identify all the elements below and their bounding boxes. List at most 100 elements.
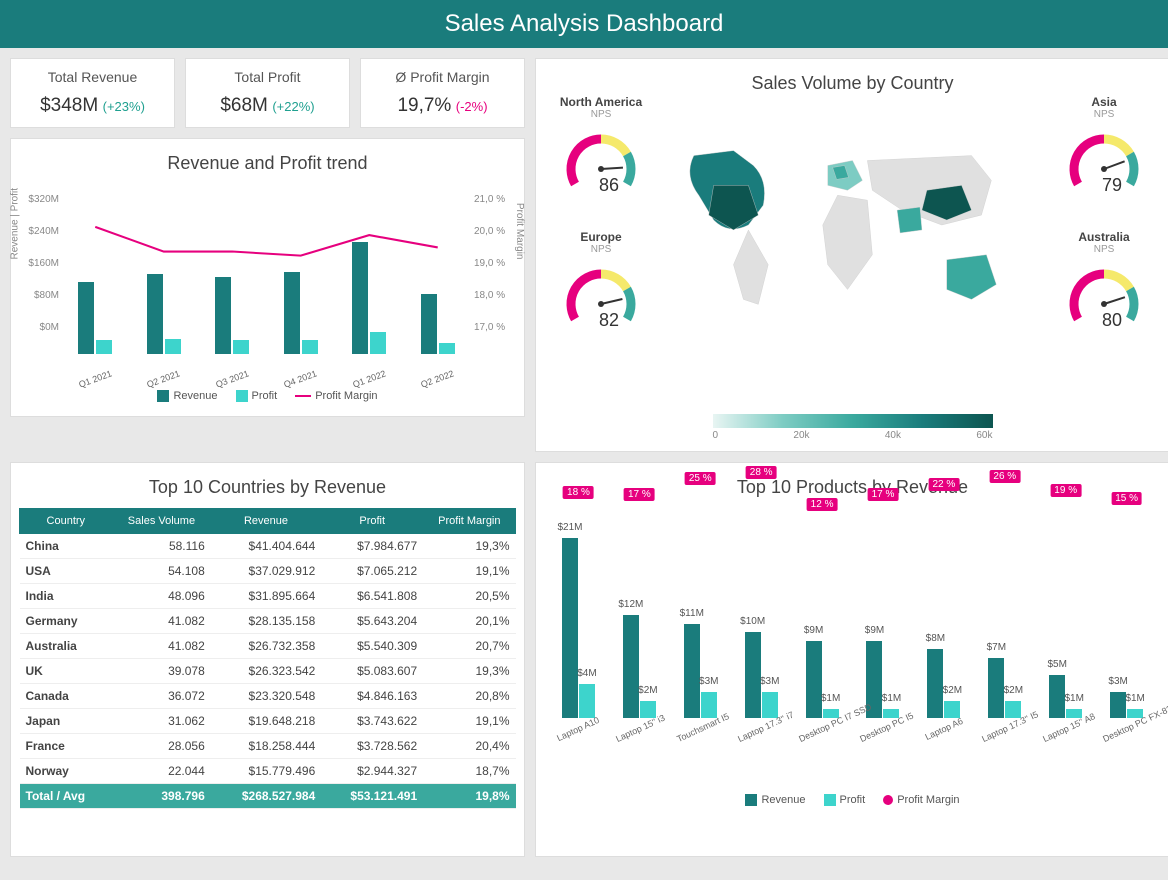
kpi-change: (+22%): [272, 99, 314, 114]
table-cell: Germany: [20, 609, 113, 634]
table-cell: $28.135.158: [211, 609, 322, 634]
table-cell: 41.082: [112, 609, 211, 634]
table-cell: $5.083.607: [321, 659, 423, 684]
table-row[interactable]: Japan31.062$19.648.218$3.743.62219,1%: [20, 709, 516, 734]
gauge-value: 82: [599, 310, 619, 331]
kpi-value: 19,7%: [397, 95, 451, 116]
trend-x-labels: Q1 2021Q2 2021Q3 2021Q4 2021Q1 2022Q2 20…: [61, 374, 472, 384]
product-bars: 18 %$21M$4M17 %$12M$2M25 %$11M$3M28 %$10…: [548, 508, 1157, 718]
legend-label: Profit Margin: [897, 794, 959, 806]
table-cell: 54.108: [112, 559, 211, 584]
table-cell: USA: [20, 559, 113, 584]
table-cell: $23.320.548: [211, 684, 322, 709]
table-row[interactable]: Australia41.082$26.732.358$5.540.30920,7…: [20, 634, 516, 659]
gauge-label: Europe: [546, 230, 656, 244]
legend-label: Revenue: [761, 794, 805, 806]
table-cell: Canada: [20, 684, 113, 709]
table-cell: $5.643.204: [321, 609, 423, 634]
gauge-label: Australia: [1049, 230, 1159, 244]
table-header-row: CountrySales VolumeRevenueProfitProfit M…: [20, 509, 516, 534]
table-cell: $6.541.808: [321, 584, 423, 609]
chart-title: Top 10 Countries by Revenue: [19, 477, 516, 498]
table-cell: 31.062: [112, 709, 211, 734]
table-cell: $7.065.212: [321, 559, 423, 584]
world-map: [674, 115, 1031, 335]
legend-label: Profit: [840, 794, 866, 806]
table-cell: $3.743.622: [321, 709, 423, 734]
kpi-value: $348M: [40, 95, 98, 116]
gauge-value: 86: [599, 175, 619, 196]
table-cell: China: [20, 534, 113, 559]
gauge-north-america: North America NPS 86: [546, 95, 656, 204]
legend-label: Revenue: [173, 390, 217, 402]
table-cell: $5.540.309: [321, 634, 423, 659]
table-cell: 28.056: [112, 734, 211, 759]
map-africa: [823, 195, 873, 289]
countries-table-panel: Top 10 Countries by Revenue CountrySales…: [10, 462, 525, 857]
kpi-revenue: Total Revenue $348M (+23%): [10, 58, 175, 128]
table-row[interactable]: India48.096$31.895.664$6.541.80820,5%: [20, 584, 516, 609]
table-cell: $3.728.562: [321, 734, 423, 759]
map-tick: 20k: [793, 430, 809, 441]
gauge-sublabel: NPS: [546, 244, 656, 255]
table-cell: 20,5%: [423, 584, 515, 609]
table-cell: 36.072: [112, 684, 211, 709]
table-row[interactable]: UK39.078$26.323.542$5.083.60719,3%: [20, 659, 516, 684]
map-sa: [734, 230, 769, 304]
map-legend: 0 20k 40k 60k: [713, 414, 993, 441]
map-gradient: [713, 414, 993, 428]
table-cell: $2.944.327: [321, 759, 423, 784]
table-cell: Norway: [20, 759, 113, 784]
kpi-profit: Total Profit $68M (+22%): [185, 58, 350, 128]
kpi-value: $68M: [220, 95, 268, 116]
kpi-row: Total Revenue $348M (+23%) Total Profit …: [10, 58, 525, 128]
table-cell: 18,7%: [423, 759, 515, 784]
map-panel: Sales Volume by Country North America NP…: [535, 58, 1168, 452]
trend-bars: [61, 194, 472, 354]
table-cell: 20,8%: [423, 684, 515, 709]
table-row[interactable]: Germany41.082$28.135.158$5.643.20420,1%: [20, 609, 516, 634]
y-axis-right-label: Profit Margin: [515, 203, 526, 260]
legend-label: Profit Margin: [315, 390, 377, 402]
table-row[interactable]: USA54.108$37.029.912$7.065.21219,1%: [20, 559, 516, 584]
legend-swatch-revenue: [745, 794, 757, 806]
table-cell: 48.096: [112, 584, 211, 609]
map-tick: 40k: [885, 430, 901, 441]
table-cell: 58.116: [112, 534, 211, 559]
page-title: Sales Analysis Dashboard: [0, 0, 1168, 48]
gauge-sublabel: NPS: [1049, 244, 1159, 255]
map-tick: 60k: [976, 430, 992, 441]
kpi-label: Total Revenue: [15, 69, 170, 85]
table-header: Profit Margin: [423, 509, 515, 534]
kpi-label: Ø Profit Margin: [365, 69, 520, 85]
table-cell: Australia: [20, 634, 113, 659]
legend-swatch-profit: [824, 794, 836, 806]
table-row[interactable]: France28.056$18.258.444$3.728.56220,4%: [20, 734, 516, 759]
kpi-change: (-2%): [456, 99, 488, 114]
legend-swatch-margin: [883, 795, 893, 805]
table-row[interactable]: Canada36.072$23.320.548$4.846.16320,8%: [20, 684, 516, 709]
legend-label: Profit: [252, 390, 278, 402]
gauge-sublabel: NPS: [546, 109, 656, 120]
map-tick: 0: [713, 430, 719, 441]
table-cell: 19,3%: [423, 534, 515, 559]
table-row[interactable]: Norway22.044$15.779.496$2.944.32718,7%: [20, 759, 516, 784]
y-axis-right-ticks: 21,0 %20,0 %19,0 %18,0 %17,0 %: [474, 194, 516, 354]
table-cell: 20,1%: [423, 609, 515, 634]
gauge-value: 79: [1102, 175, 1122, 196]
countries-table: CountrySales VolumeRevenueProfitProfit M…: [19, 508, 516, 809]
product-x-labels: Laptop A10Laptop 15'' i3Touchsmart I5Lap…: [548, 724, 1157, 734]
table-cell: France: [20, 734, 113, 759]
table-row[interactable]: China58.116$41.404.644$7.984.67719,3%: [20, 534, 516, 559]
legend-swatch-profit: [236, 390, 248, 402]
table-cell: 41.082: [112, 634, 211, 659]
products-chart-panel: Top 10 Products by Revenue 18 %$21M$4M17…: [535, 462, 1168, 857]
trend-chart-panel: Revenue and Profit trend Revenue | Profi…: [10, 138, 525, 417]
table-cell: Japan: [20, 709, 113, 734]
gauge-label: Asia: [1049, 95, 1159, 109]
gauge-label: North America: [546, 95, 656, 109]
table-cell: $18.258.444: [211, 734, 322, 759]
table-cell: $26.323.542: [211, 659, 322, 684]
table-cell: 22.044: [112, 759, 211, 784]
table-cell: 20,4%: [423, 734, 515, 759]
